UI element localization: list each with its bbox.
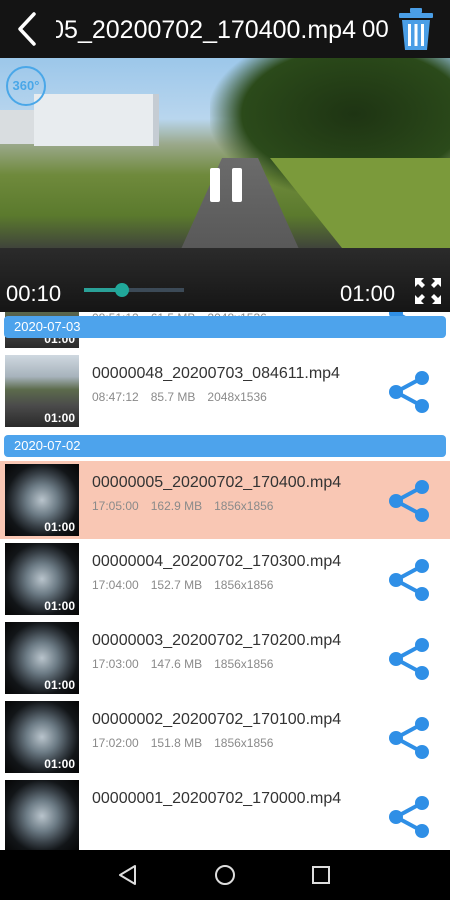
video-resolution: 1856x1856 (214, 657, 274, 671)
video-list-item[interactable]: 01:00 00000005_20200702_170400.mp4 17:05:0… (0, 461, 450, 539)
video-resolution: 1856x1856 (214, 499, 274, 513)
share-icon (389, 559, 429, 601)
video-size: 162.9 MB (150, 499, 203, 513)
nav-back-icon[interactable] (117, 864, 139, 886)
video-time: 17:02:00 (92, 736, 139, 750)
share-icon (389, 717, 429, 759)
video-title: 00000005_20200702_170400.mp4 (56, 16, 356, 44)
video-time: 17:05:00 (92, 499, 139, 513)
video-thumbnail[interactable] (5, 780, 79, 850)
pause-button[interactable] (208, 168, 244, 204)
thumbnail-duration: 01:00 (44, 678, 75, 692)
top-bar: 00000005_20200702_170400.mp4 00 (0, 0, 450, 58)
current-time: 00:10 (6, 281, 62, 306)
video-resolution: 1856x1856 (214, 736, 274, 750)
video-metadata (92, 814, 128, 830)
video-list-item[interactable]: 01:00 00000004_20200702_170300.mp4 17:04:0… (0, 540, 450, 618)
video-metadata: 17:02:00 151.8 MB 1856x1856 (92, 735, 285, 751)
360-badge[interactable]: 360° (6, 66, 46, 106)
video-time: 17:03:00 (92, 657, 139, 671)
share-button[interactable] (386, 795, 432, 839)
share-icon (389, 480, 429, 522)
video-size: 152.7 MB (150, 578, 203, 592)
video-filename: 00000048_20200703_084611.mp4 (92, 365, 340, 382)
fullscreen-button[interactable] (413, 276, 443, 306)
pause-icon (232, 168, 242, 202)
video-filename: 00000003_20200702_170200.mp4 (92, 632, 342, 649)
video-filename: 00000001_20200702_170000.mp4 (92, 790, 342, 807)
nav-recents-icon[interactable] (311, 865, 331, 885)
seek-bar[interactable] (84, 283, 184, 297)
share-icon (389, 371, 429, 413)
video-list-item[interactable]: 01:00 00000048_20200703_084611.mp4 08:47:1… (0, 352, 450, 430)
video-resolution: 2048x1536 (207, 390, 267, 404)
video-metadata: 17:04:00 152.7 MB 1856x1856 (92, 577, 285, 593)
nav-home-icon[interactable] (214, 864, 236, 886)
thumbnail-duration: 01:00 (44, 757, 75, 771)
video-thumbnail[interactable]: 01:00 (5, 701, 79, 773)
date-group-header: 2020-07-03 (4, 316, 446, 338)
video-filename: 00000002_20200702_170100.mp4 (92, 711, 342, 728)
video-list-item[interactable]: 01:00 00000003_20200702_170200.mp4 17:03:0… (0, 619, 450, 697)
share-icon (389, 796, 429, 838)
video-list-item[interactable]: 01:00 00000002_20200702_170100.mp4 17:02:0… (0, 698, 450, 776)
video-size: 151.8 MB (150, 736, 203, 750)
share-button[interactable] (386, 637, 432, 681)
video-size: 147.6 MB (150, 657, 203, 671)
video-time: 17:04:00 (92, 578, 139, 592)
video-filename: 00000004_20200702_170300.mp4 (92, 553, 342, 570)
share-button[interactable] (386, 479, 432, 523)
video-resolution: 1856x1856 (214, 578, 274, 592)
share-button[interactable] (386, 558, 432, 602)
video-file-list[interactable]: 01:0008:51:1261.5 MB2048x153601:00000000… (0, 312, 450, 850)
fullscreen-icon (415, 278, 441, 304)
share-button[interactable] (386, 716, 432, 760)
video-thumbnail[interactable]: 01:00 (5, 464, 79, 536)
video-thumbnail[interactable]: 01:00 (5, 622, 79, 694)
thumbnail-duration: 01:00 (44, 520, 75, 534)
video-metadata: 17:03:00 147.6 MB 1856x1856 (92, 656, 285, 672)
total-time: 01:00 (340, 281, 396, 306)
video-size: 85.7 MB (150, 390, 196, 404)
seek-handle[interactable] (115, 283, 129, 297)
share-icon (389, 638, 429, 680)
thumbnail-duration: 01:00 (44, 411, 75, 425)
video-frame-building (0, 110, 34, 144)
chevron-left-icon (18, 12, 36, 46)
back-button[interactable] (10, 10, 46, 48)
video-metadata: 17:05:00 162.9 MB 1856x1856 (92, 498, 285, 514)
video-filename: 00000005_20200702_170400.mp4 (92, 474, 342, 491)
video-metadata: 08:47:12 85.7 MB 2048x1536 (92, 389, 279, 405)
delete-button[interactable] (396, 6, 436, 52)
video-thumbnail[interactable]: 01:00 (5, 355, 79, 427)
thumbnail-duration: 01:00 (44, 599, 75, 613)
video-player[interactable]: 360° 00:10 01:00 (0, 58, 450, 312)
video-thumbnail[interactable]: 01:00 (5, 543, 79, 615)
trash-icon (399, 8, 433, 50)
video-frame-grass (270, 158, 450, 248)
pause-icon (210, 168, 220, 202)
video-list-item[interactable]: 00000001_20200702_170000.mp4 (0, 777, 450, 850)
system-nav-bar (0, 850, 450, 900)
video-time: 08:47:12 (92, 390, 139, 404)
share-button[interactable] (386, 370, 432, 414)
header-counter: 00 (362, 16, 389, 43)
video-frame-building (34, 94, 159, 146)
date-group-header: 2020-07-02 (4, 435, 446, 457)
